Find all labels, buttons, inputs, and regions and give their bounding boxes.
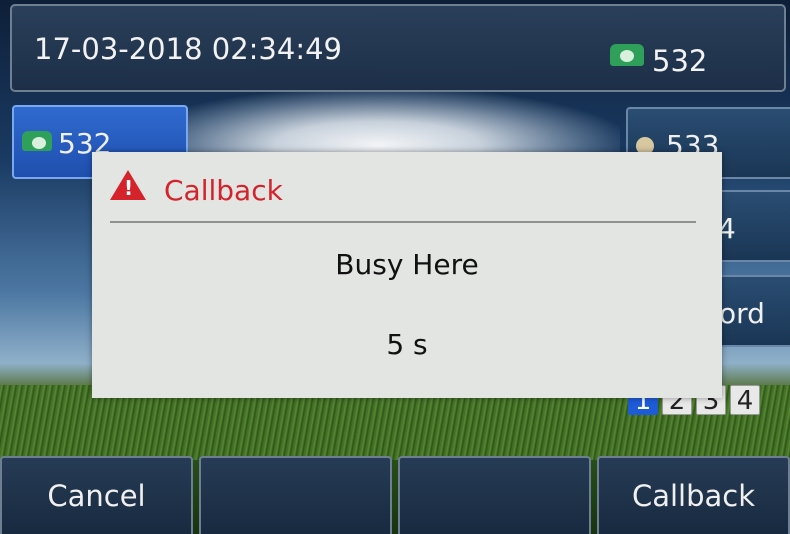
status-line-number: 532 xyxy=(652,44,708,78)
dialog-message: Busy Here xyxy=(335,248,479,281)
softkey-bar: Cancel Callback xyxy=(0,456,790,534)
dialog-title: Callback xyxy=(164,174,283,207)
softkey-2[interactable] xyxy=(199,456,392,534)
phone-icon xyxy=(22,131,52,151)
phone-icon xyxy=(610,44,644,66)
datetime: 17-03-2018 02:34:49 xyxy=(34,32,342,66)
warning-icon xyxy=(110,170,146,200)
phone-screen: 17-03-2018 02:34:49 532 532 533 4 tord 1… xyxy=(0,0,790,534)
callback-dialog: Callback Busy Here 5 s xyxy=(92,152,722,398)
softkey-3[interactable] xyxy=(398,456,591,534)
callback-softkey[interactable]: Callback xyxy=(597,456,790,534)
dialog-countdown: 5 s xyxy=(386,328,428,361)
dialog-divider xyxy=(110,221,696,223)
cancel-softkey[interactable]: Cancel xyxy=(0,456,193,534)
page-4[interactable]: 4 xyxy=(730,385,760,416)
